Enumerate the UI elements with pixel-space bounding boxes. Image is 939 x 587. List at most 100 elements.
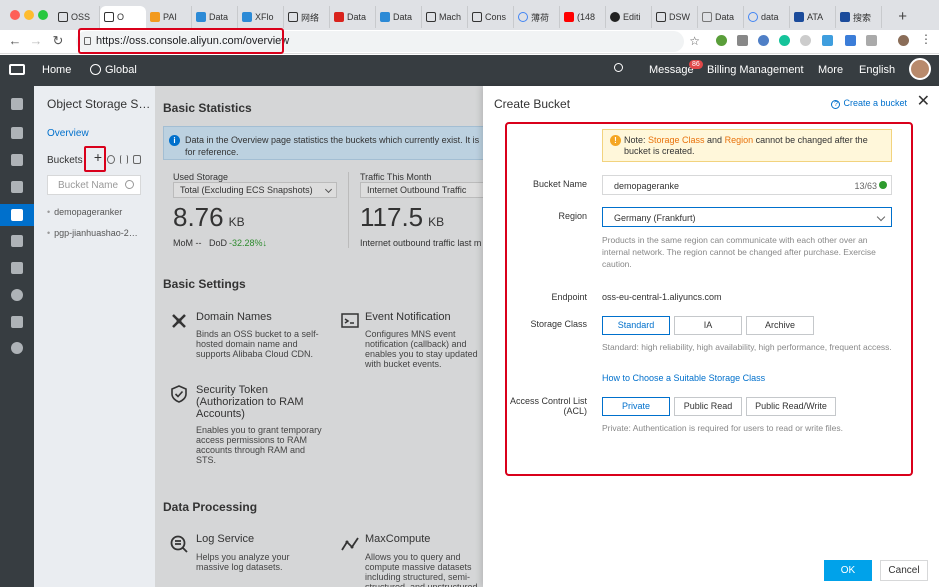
region-select[interactable]: Germany (Frankfurt): [602, 207, 892, 227]
back-icon[interactable]: ←: [6, 33, 24, 48]
search-icon[interactable]: [614, 63, 623, 72]
tab[interactable]: (148: [560, 6, 606, 28]
tab[interactable]: Data: [330, 6, 376, 28]
tab[interactable]: DSW: [652, 6, 698, 28]
browser-tab-bar: OSS O PAI Data XFlo 网络 Data Data Mach Co…: [0, 0, 939, 30]
home-link[interactable]: Home: [42, 64, 71, 76]
overview-main: Basic Statistics i Data in the Overview …: [155, 86, 483, 587]
tab[interactable]: Mach: [422, 6, 468, 28]
tab[interactable]: Data: [698, 6, 744, 28]
google-icon: [748, 12, 758, 22]
extension-icon[interactable]: [822, 35, 833, 46]
used-storage-label: Used Storage: [173, 172, 229, 182]
fire-icon[interactable]: [11, 316, 23, 328]
tab[interactable]: OSS: [54, 6, 100, 28]
forward-icon[interactable]: →: [27, 33, 45, 48]
circle-icon[interactable]: [11, 342, 23, 354]
grammarly-icon[interactable]: [779, 35, 790, 46]
tab[interactable]: ATA: [790, 6, 836, 28]
region-selector[interactable]: Global: [105, 64, 137, 76]
warning-icon: !: [610, 135, 621, 146]
sidebar-item-overview[interactable]: Overview: [47, 128, 89, 139]
tab[interactable]: data: [744, 6, 790, 28]
c-red-icon: [334, 12, 344, 22]
pai-icon: [150, 12, 160, 22]
extension-icon[interactable]: [758, 35, 769, 46]
tab[interactable]: Editi: [606, 6, 652, 28]
traffic-select[interactable]: Internet Outbound Traffic: [360, 182, 483, 198]
security-token-title[interactable]: Security Token (Authorization to RAM Acc…: [196, 384, 316, 420]
more-menu[interactable]: More: [818, 64, 843, 76]
storage-class-standard[interactable]: Standard: [602, 316, 670, 335]
tab[interactable]: XFlo: [238, 6, 284, 28]
aliyun-logo-icon[interactable]: [9, 64, 25, 75]
extension-icon[interactable]: [800, 35, 811, 46]
camera-icon[interactable]: [737, 35, 748, 46]
download-icon[interactable]: [845, 35, 856, 46]
cross-icon[interactable]: [11, 235, 23, 247]
bookmark-star-icon[interactable]: ☆: [689, 34, 700, 48]
storage-class-ia[interactable]: IA: [674, 316, 742, 335]
language-selector[interactable]: English: [859, 64, 895, 76]
external-link-icon[interactable]: [133, 155, 141, 164]
globe-icon[interactable]: [11, 289, 23, 301]
acl-private[interactable]: Private: [602, 397, 670, 416]
storage-class-archive[interactable]: Archive: [746, 316, 814, 335]
list-icon[interactable]: [11, 127, 23, 139]
help-link[interactable]: ? Create a bucket: [831, 98, 907, 109]
sort-icon[interactable]: [120, 155, 128, 164]
bucket-name-input[interactable]: demopageranke 13/63: [602, 175, 892, 195]
maximize-window-button[interactable]: [38, 10, 48, 20]
extension-icon[interactable]: [716, 35, 727, 46]
info-icon: i: [169, 135, 180, 146]
new-tab-button[interactable]: +: [898, 8, 907, 25]
acl-public-read[interactable]: Public Read: [674, 397, 742, 416]
acl-public-read-write[interactable]: Public Read/Write: [746, 397, 836, 416]
cloud-icon[interactable]: [11, 181, 23, 193]
bucket-list-item[interactable]: demopageranker: [47, 207, 122, 217]
log-service-title[interactable]: Log Service: [196, 533, 254, 545]
menu-dots-icon[interactable]: ⋮: [920, 32, 932, 46]
storage-class-guide-link[interactable]: How to Choose a Suitable Storage Class: [602, 373, 765, 383]
oss-cloud-icon[interactable]: [11, 209, 23, 221]
check-icon: [879, 181, 887, 189]
domain-names-title[interactable]: Domain Names: [196, 311, 272, 323]
storage-class-hint: Standard: high reliability, high availab…: [602, 342, 892, 352]
bucket-list-item[interactable]: pgp-jianhuashao-2…: [47, 228, 138, 238]
billing-management-link[interactable]: Billing Management: [707, 64, 804, 76]
message-link[interactable]: Message: [649, 64, 694, 76]
cancel-button[interactable]: Cancel: [880, 560, 928, 581]
close-window-button[interactable]: [10, 10, 20, 20]
used-storage-select[interactable]: Total (Excluding ECS Snapshots): [173, 182, 337, 198]
tab[interactable]: 网络: [284, 6, 330, 28]
tab[interactable]: Cons: [468, 6, 514, 28]
grid-menu-icon[interactable]: [11, 98, 23, 110]
ata-icon: [794, 12, 804, 22]
nodes-icon[interactable]: [11, 262, 23, 274]
create-bucket-drawer: Create Bucket ? Create a bucket ✕ ! Note:…: [483, 86, 939, 587]
minimize-window-button[interactable]: [24, 10, 34, 20]
tab[interactable]: Data: [192, 6, 238, 28]
search-placeholder: Bucket Name: [58, 180, 119, 191]
char-counter: 13/63: [854, 181, 877, 191]
tab[interactable]: PAI: [146, 6, 192, 28]
ok-button[interactable]: OK: [824, 560, 872, 581]
tab[interactable]: Data: [376, 6, 422, 28]
region-hint: Products in the same region can communic…: [602, 235, 876, 269]
bucket-search-input[interactable]: Bucket Name: [47, 175, 141, 195]
refresh-icon[interactable]: [107, 155, 115, 164]
github-icon: [610, 12, 620, 22]
maxcompute-title[interactable]: MaxCompute: [365, 533, 430, 545]
tab[interactable]: 搜索: [836, 6, 882, 28]
profile-avatar-icon[interactable]: [898, 35, 909, 46]
tab[interactable]: 薄荷: [514, 6, 560, 28]
close-icon[interactable]: ✕: [917, 94, 930, 110]
reload-icon[interactable]: ↻: [49, 33, 67, 49]
translate-icon[interactable]: [866, 35, 877, 46]
drawer-title: Create Bucket: [494, 97, 571, 111]
tab-active[interactable]: O: [100, 6, 146, 28]
user-avatar[interactable]: [909, 58, 931, 80]
alibaba-cloud-icon: [288, 12, 298, 22]
event-notification-title[interactable]: Event Notification: [365, 311, 451, 323]
shield-icon[interactable]: [11, 154, 23, 166]
